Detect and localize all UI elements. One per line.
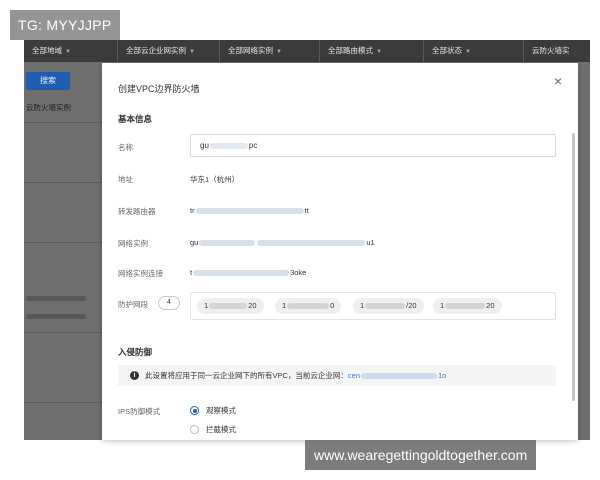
filter-bar: 全部地域 ▼ 全部云企业网实例 ▼ 全部网络实例 ▼ 全部路由模式 ▼ 全部状态 ▼ 云防… bbox=[24, 40, 590, 62]
radio-unselected-icon[interactable] bbox=[190, 425, 199, 434]
close-icon[interactable]: × bbox=[554, 74, 562, 88]
segment-end: /20 bbox=[406, 301, 417, 310]
segment-end: 20 bbox=[486, 301, 495, 310]
network-instance-end: u1 bbox=[366, 238, 375, 247]
table-divider bbox=[24, 122, 104, 123]
filter-label: 全部云企业网实例 bbox=[126, 46, 186, 55]
segment-tag: 1 20 bbox=[197, 298, 264, 314]
name-value-end: pc bbox=[248, 141, 258, 150]
redacted-text bbox=[365, 303, 406, 310]
cen-link-end: 1o bbox=[438, 371, 447, 380]
chevron-down-icon: ▼ bbox=[376, 49, 382, 55]
address-value: 华东1（杭州） bbox=[190, 175, 240, 184]
table-divider bbox=[24, 182, 104, 183]
section-title-intrusion: 入侵防御 bbox=[118, 347, 153, 357]
section-title-basic-info: 基本信息 bbox=[118, 114, 153, 124]
chevron-down-icon: ▼ bbox=[465, 49, 471, 55]
filter-label: 全部路由模式 bbox=[328, 46, 373, 55]
router-value-end: tt bbox=[304, 206, 309, 215]
router-value-start: tr bbox=[190, 206, 195, 215]
segment-start: 1 bbox=[440, 301, 445, 310]
watermark-bottom: www.wearegettingoldtogether.com bbox=[305, 440, 537, 470]
redacted-text bbox=[209, 142, 248, 149]
filter-cen-instance[interactable]: 全部云企业网实例 ▼ bbox=[118, 40, 220, 62]
network-connection-start: t bbox=[190, 268, 193, 277]
filter-network-instance[interactable]: 全部网络实例 ▼ bbox=[220, 40, 320, 62]
protected-segments-label: 防护网段 bbox=[118, 300, 148, 309]
network-instance-start: gu bbox=[190, 238, 199, 247]
network-instance-value: gu u1 bbox=[190, 238, 375, 247]
info-icon: i bbox=[130, 370, 139, 380]
radio-observe-mode[interactable]: 观察模式 bbox=[190, 405, 236, 416]
table-divider bbox=[24, 402, 104, 403]
name-label: 名称 bbox=[118, 143, 133, 152]
ips-mode-label: IPS防御模式 bbox=[118, 407, 161, 416]
table-row bbox=[26, 314, 86, 319]
router-label: 转发路由器 bbox=[118, 207, 156, 216]
radio-selected-icon[interactable] bbox=[190, 406, 199, 415]
segment-tag: 1 20 bbox=[433, 298, 502, 314]
segment-start: 1 bbox=[360, 301, 365, 310]
segments-count-badge: 4 bbox=[158, 296, 180, 310]
segment-end: 20 bbox=[248, 301, 257, 310]
redacted-text bbox=[445, 303, 486, 310]
redacted-text bbox=[287, 303, 330, 310]
router-value: tr tt bbox=[190, 206, 309, 215]
redacted-text bbox=[193, 270, 290, 277]
filter-label: 全部网络实例 bbox=[228, 46, 273, 55]
create-vpc-firewall-dialog: 创建VPC边界防火墙 × 基本信息 名称 gu pc 地址 华东1（杭州） 转发路… bbox=[102, 63, 578, 440]
segment-tag: 10 bbox=[275, 298, 342, 314]
radio-label: 观察模式 bbox=[206, 406, 236, 415]
radio-label: 拦截模式 bbox=[206, 425, 236, 434]
name-value-start: gu bbox=[200, 141, 209, 150]
redacted-text bbox=[199, 240, 256, 247]
network-connection-value: t 3oke bbox=[190, 268, 306, 277]
name-input[interactable]: gu pc bbox=[190, 134, 556, 157]
intrusion-notice: i 此设置将应用于同一云企业网下的所有VPC，当前云企业网：cen 1o bbox=[118, 365, 556, 386]
chevron-down-icon: ▼ bbox=[189, 49, 195, 55]
segment-tag: 1/20 bbox=[353, 298, 424, 314]
filter-status[interactable]: 全部状态 ▼ bbox=[424, 40, 524, 62]
chevron-down-icon: ▼ bbox=[65, 49, 71, 55]
redacted-text bbox=[361, 373, 438, 380]
table-row bbox=[26, 296, 86, 301]
segment-start: 1 bbox=[282, 301, 287, 310]
search-button[interactable]: 搜索 bbox=[26, 72, 70, 90]
filter-firewall-instance[interactable]: 云防火墙实 bbox=[524, 40, 590, 62]
filter-label: 云防火墙实 bbox=[532, 46, 570, 55]
cen-link[interactable]: cen 1o bbox=[348, 371, 446, 380]
table-divider bbox=[24, 332, 104, 333]
address-label: 地址 bbox=[118, 175, 133, 184]
segment-start: 1 bbox=[204, 301, 209, 310]
filter-label: 全部状态 bbox=[432, 46, 462, 55]
redacted-text bbox=[209, 303, 248, 310]
filter-label: 全部地域 bbox=[32, 46, 62, 55]
table-divider bbox=[24, 242, 104, 243]
column-header: 云防火墙实例 bbox=[26, 103, 71, 112]
protected-segments-box: 1 20 10 1/20 1 20 bbox=[190, 292, 556, 320]
notice-text: 此设置将应用于同一云企业网下的所有VPC，当前云企业网： bbox=[145, 371, 348, 380]
watermark-top: TG: MYYJJPP bbox=[10, 10, 120, 40]
redacted-text bbox=[195, 208, 304, 215]
filter-region[interactable]: 全部地域 ▼ bbox=[24, 40, 118, 62]
segment-end: 0 bbox=[330, 301, 335, 310]
radio-block-mode[interactable]: 拦截模式 bbox=[190, 424, 236, 435]
network-connection-label: 网络实例连接 bbox=[118, 269, 163, 278]
redacted-text bbox=[257, 240, 366, 247]
network-instance-label: 网络实例 bbox=[118, 239, 148, 248]
scrollbar[interactable] bbox=[572, 133, 575, 401]
dialog-title: 创建VPC边界防火墙 bbox=[118, 84, 200, 94]
chevron-down-icon: ▼ bbox=[276, 49, 282, 55]
cen-link-start: cen bbox=[347, 371, 361, 380]
filter-route-mode[interactable]: 全部路由模式 ▼ bbox=[320, 40, 424, 62]
network-connection-end: 3oke bbox=[290, 268, 307, 277]
